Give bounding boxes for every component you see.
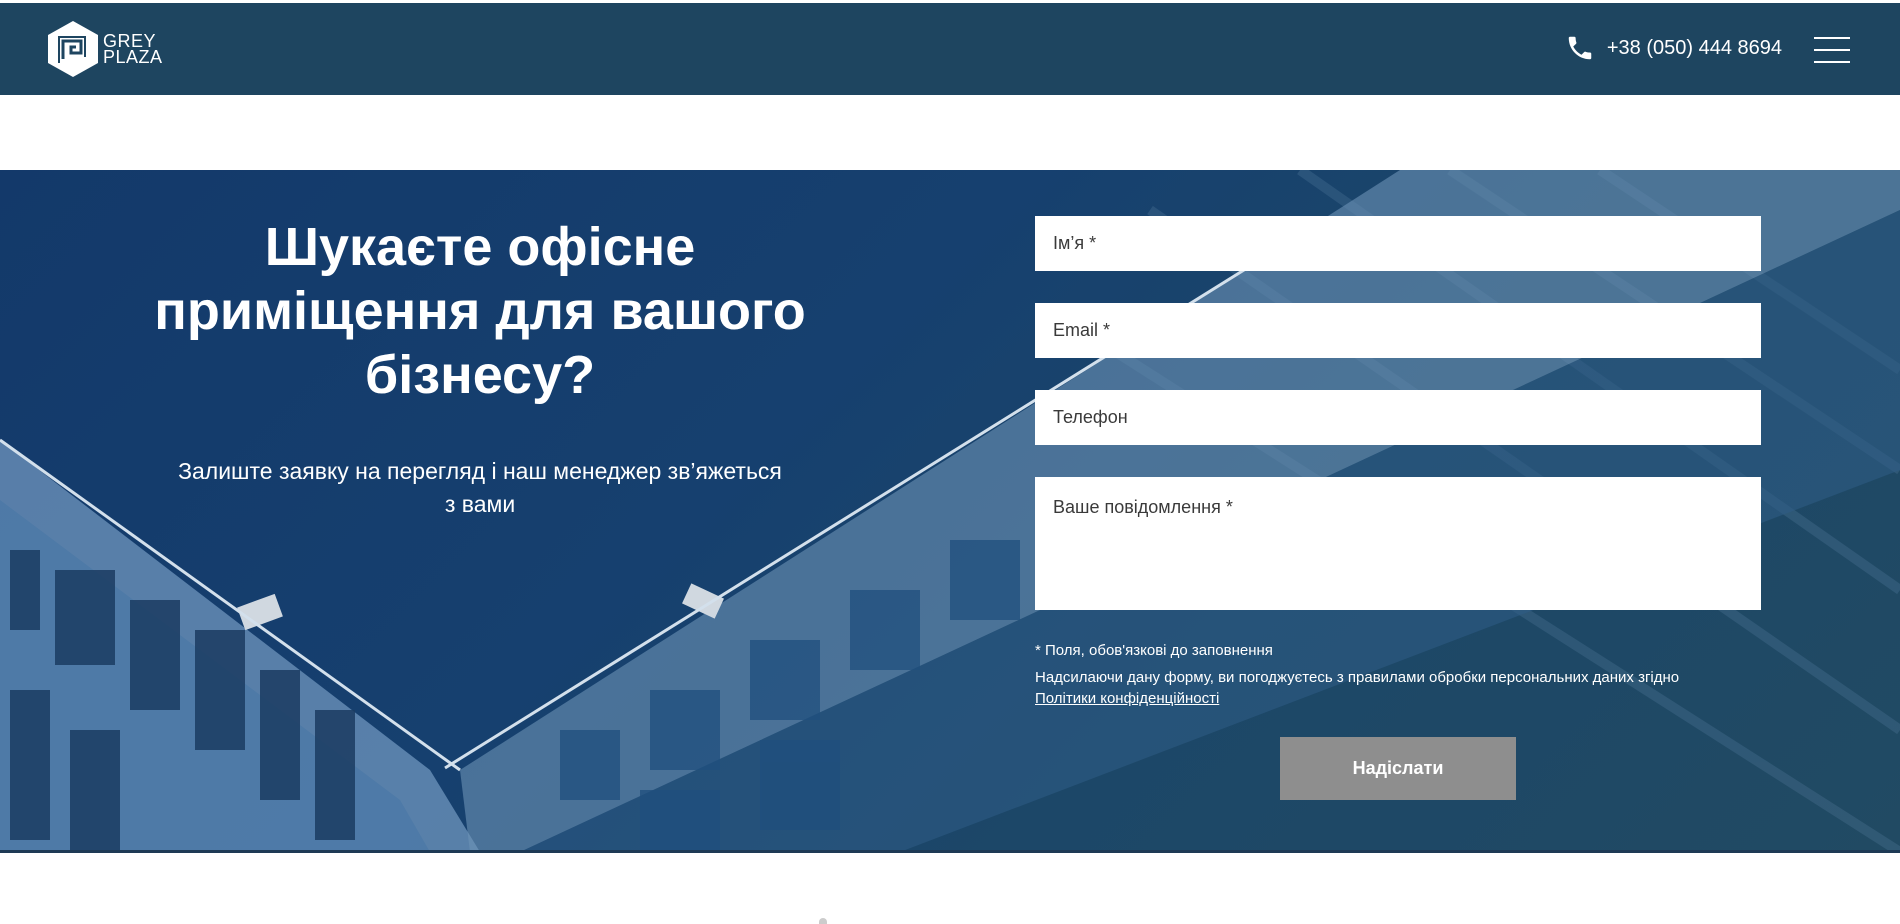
scroll-indicator	[819, 918, 827, 924]
phone-number: +38 (050) 444 8694	[1606, 36, 1782, 59]
consent-text: Надсилаючи дану форму, ви погоджуєтесь з…	[1035, 669, 1680, 686]
message-placeholder: Ваше повідомлення *	[1053, 497, 1233, 517]
email-placeholder: Email *	[1053, 320, 1111, 340]
privacy-policy-link[interactable]: Політики конфіденційності	[1035, 690, 1219, 707]
hero-title: Шукаєте офісне приміщення для вашого біз…	[154, 217, 806, 405]
menu-line	[1814, 49, 1850, 51]
hero-text: Шукаєте офісне приміщення для вашого біз…	[140, 215, 820, 521]
email-field[interactable]: Email *	[1035, 303, 1761, 358]
logo-hexagon-icon	[48, 21, 98, 77]
consent-text-block: Надсилаючи дану форму, ви погоджуєтесь з…	[1035, 667, 1761, 709]
section-divider	[0, 850, 1900, 853]
phone-placeholder: Телефон	[1053, 407, 1128, 427]
site-header: GREY PLAZA +38 (050) 444 8694	[0, 3, 1900, 95]
logo-line-2: PLAZA	[103, 47, 163, 67]
contact-hero-section: Шукаєте офісне приміщення для вашого біз…	[0, 170, 1900, 852]
hero-subtitle: Залиште заявку на перегляд і наш менедже…	[178, 458, 782, 517]
menu-line	[1814, 61, 1850, 63]
phone-icon	[1568, 36, 1592, 60]
logo[interactable]: GREY PLAZA	[45, 19, 163, 79]
menu-line	[1814, 37, 1850, 39]
contact-form: Ім’я * Email * Телефон Ваше повідомлення…	[1035, 216, 1761, 800]
phone-field[interactable]: Телефон	[1035, 390, 1761, 445]
hamburger-menu-icon[interactable]	[1814, 37, 1850, 63]
name-field[interactable]: Ім’я *	[1035, 216, 1761, 271]
name-placeholder: Ім’я *	[1053, 233, 1097, 253]
message-field[interactable]: Ваше повідомлення *	[1035, 477, 1761, 610]
logo-text: GREY PLAZA	[103, 32, 163, 67]
header-phone[interactable]: +38 (050) 444 8694	[1565, 33, 1782, 63]
submit-button[interactable]: Надіслати	[1280, 737, 1516, 800]
required-fields-note: * Поля, обов'язкові до заповнення	[1035, 642, 1273, 659]
